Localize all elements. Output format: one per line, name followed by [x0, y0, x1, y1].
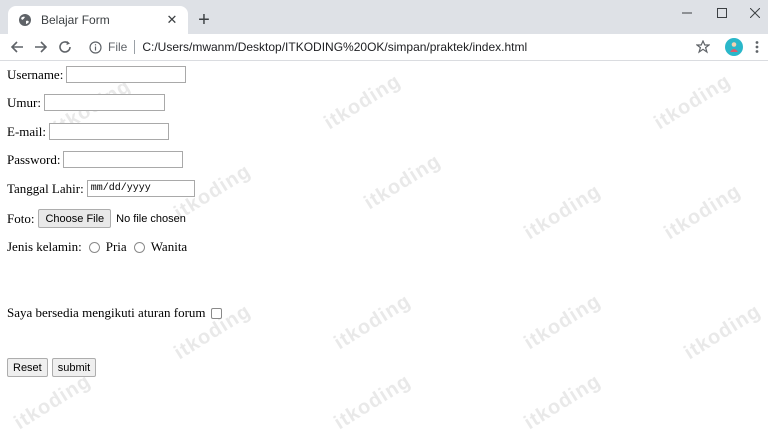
email-label: E-mail:	[7, 123, 46, 139]
avatar[interactable]	[725, 38, 743, 56]
menu-icon[interactable]	[752, 38, 762, 56]
info-icon[interactable]	[88, 40, 102, 54]
email-row: E-mail:	[7, 123, 169, 140]
watermark: itkoding	[680, 300, 765, 365]
password-row: Password:	[7, 151, 184, 168]
watermark: itkoding	[10, 370, 95, 435]
username-row: Username:	[7, 66, 187, 83]
date-input[interactable]: mm/dd/yyyy	[86, 180, 195, 197]
radio-wanita[interactable]	[133, 241, 145, 253]
password-input[interactable]	[63, 151, 184, 168]
star-icon[interactable]	[694, 38, 712, 56]
forward-icon[interactable]	[32, 38, 50, 56]
browser-tab[interactable]: Belajar Form ✕	[8, 6, 188, 34]
choose-file-button[interactable]: Choose File	[38, 209, 112, 228]
tab-close-icon[interactable]: ✕	[164, 12, 180, 28]
radio-wanita-label: Wanita	[150, 239, 188, 254]
foto-label: Foto:	[7, 210, 35, 226]
new-tab-button[interactable]: +	[193, 9, 215, 31]
file-status: No file chosen	[116, 212, 186, 225]
foto-row: Foto: Choose File No file chosen	[7, 209, 186, 228]
back-icon[interactable]	[8, 38, 26, 56]
password-label: Password:	[7, 151, 61, 167]
watermark: itkoding	[320, 70, 405, 135]
maximize-icon[interactable]	[705, 0, 739, 26]
submit-button[interactable]: submit	[51, 358, 97, 377]
reload-icon[interactable]	[56, 38, 74, 56]
watermark: itkoding	[520, 180, 605, 245]
username-label: Username:	[7, 66, 64, 82]
close-icon[interactable]	[738, 0, 768, 26]
gender-row: Jenis kelamin: Pria Wanita	[7, 239, 187, 255]
browser-titlebar: Belajar Form ✕ +	[0, 0, 768, 34]
watermark: itkoding	[660, 180, 745, 245]
agree-label: Saya bersedia mengikuti aturan forum	[7, 305, 206, 320]
watermark: itkoding	[330, 290, 415, 355]
watermark: itkoding	[650, 70, 735, 135]
umur-input[interactable]	[43, 94, 165, 111]
watermark: itkoding	[330, 370, 415, 435]
watermark: itkoding	[520, 290, 605, 355]
tab-title: Belajar Form	[41, 13, 110, 27]
minimize-icon[interactable]	[670, 0, 704, 26]
tanggal-row: Tanggal Lahir: mm/dd/yyyy	[7, 180, 195, 197]
umur-label: Umur:	[7, 94, 41, 110]
username-input[interactable]	[66, 66, 187, 83]
radio-pria[interactable]	[88, 241, 100, 253]
globe-icon	[18, 13, 32, 27]
url-text[interactable]: C:/Users/mwanm/Desktop/ITKODING%20OK/sim…	[142, 40, 527, 54]
page-content: itkoding itkoding itkoding itkoding itko…	[0, 61, 768, 435]
watermark: itkoding	[360, 150, 445, 215]
browser-toolbar: File C:/Users/mwanm/Desktop/ITKODING%20O…	[0, 34, 768, 61]
address-separator	[134, 40, 136, 54]
watermark: itkoding	[520, 370, 605, 435]
email-input[interactable]	[49, 123, 169, 140]
radio-pria-label: Pria	[105, 239, 127, 254]
address-bar[interactable]: File C:/Users/mwanm/Desktop/ITKODING%20O…	[84, 35, 720, 59]
agree-row: Saya bersedia mengikuti aturan forum	[7, 305, 222, 321]
button-row: Reset submit	[7, 358, 100, 377]
gender-label: Jenis kelamin:	[7, 239, 82, 254]
umur-row: Umur:	[7, 94, 165, 111]
agree-checkbox[interactable]	[210, 307, 222, 319]
address-scheme: File	[108, 40, 128, 54]
reset-button[interactable]: Reset	[7, 358, 48, 377]
tanggal-label: Tanggal Lahir:	[7, 180, 84, 196]
